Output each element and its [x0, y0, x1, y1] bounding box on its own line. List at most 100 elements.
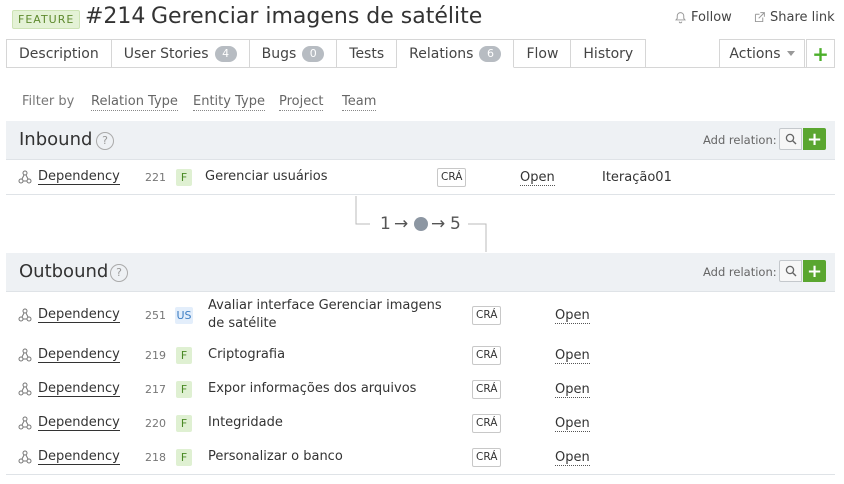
- add-relation-label: Add relation:: [703, 265, 777, 279]
- search-icon: [785, 265, 796, 277]
- search-relation-button[interactable]: [779, 260, 802, 282]
- tab-label: Flow: [526, 45, 559, 62]
- search-icon: [785, 133, 796, 145]
- table-row[interactable]: Dependency 217 F Expor informações dos a…: [0, 372, 844, 406]
- bell-icon: [675, 12, 686, 24]
- tab-flow[interactable]: Flow: [514, 39, 572, 68]
- entity-id: #214: [85, 4, 146, 29]
- filter-team[interactable]: Team: [342, 94, 377, 111]
- section-title: Inbound: [19, 129, 93, 150]
- table-row[interactable]: Dependency 221 F Gerenciar usuários CRÁ …: [0, 160, 844, 194]
- help-icon[interactable]: ?: [96, 132, 114, 150]
- entity-name-link[interactable]: Avaliar interface Gerenciar imagens de s…: [208, 297, 458, 333]
- tab-description[interactable]: Description: [6, 39, 112, 68]
- state-badge: CRÁ: [437, 168, 467, 187]
- tab-user-stories[interactable]: User Stories 4: [111, 39, 250, 68]
- entity-type-badge: F: [176, 415, 192, 432]
- tab-bugs[interactable]: Bugs 0: [249, 39, 338, 68]
- tab-label: Bugs: [261, 45, 297, 62]
- add-relation-button[interactable]: +: [803, 128, 826, 150]
- tab-history[interactable]: History: [571, 39, 647, 68]
- state-link[interactable]: Open: [520, 170, 555, 186]
- entity-name-link[interactable]: Criptografia: [208, 346, 285, 364]
- relation-type-link[interactable]: Dependency: [38, 450, 120, 465]
- follow-button[interactable]: Follow: [674, 10, 732, 25]
- filter-label: Filter by: [22, 94, 75, 109]
- relation-icon: [18, 416, 32, 430]
- outbound-section-header: Outbound ? Add relation: +: [6, 253, 835, 292]
- filter-entity-type[interactable]: Entity Type: [193, 94, 265, 111]
- share-link-label: Share link: [770, 10, 835, 25]
- actions-dropdown[interactable]: Actions: [719, 39, 805, 67]
- relation-type-link[interactable]: Dependency: [38, 416, 120, 431]
- entity-type-badge: F: [176, 347, 192, 364]
- entity-id: 221: [145, 171, 166, 184]
- inbound-count: 1: [380, 214, 391, 234]
- entity-type-badge: FEATURE: [12, 10, 81, 29]
- follow-label: Follow: [691, 10, 732, 25]
- add-relation-label: Add relation:: [703, 133, 777, 147]
- state-link[interactable]: Open: [555, 416, 590, 432]
- state-link[interactable]: Open: [555, 348, 590, 364]
- relation-icon: [18, 170, 32, 184]
- state-badge: CRÁ: [472, 380, 502, 399]
- entity-id: 219: [145, 349, 166, 362]
- plus-icon: +: [806, 128, 823, 150]
- filter-relation-type[interactable]: Relation Type: [91, 94, 178, 111]
- count-badge: 0: [302, 45, 325, 62]
- state-link[interactable]: Open: [555, 382, 590, 398]
- outbound-count: 5: [450, 214, 461, 234]
- plus-icon: +: [806, 260, 823, 282]
- state-badge: CRÁ: [472, 306, 502, 325]
- state-badge: CRÁ: [472, 448, 502, 467]
- chevron-down-icon: [786, 51, 795, 56]
- tab-tests[interactable]: Tests: [337, 39, 398, 68]
- entity-id: 251: [145, 309, 166, 322]
- state-badge: CRÁ: [472, 346, 502, 365]
- row-divider: [6, 474, 835, 475]
- search-relation-button[interactable]: [779, 128, 802, 150]
- tab-relations[interactable]: Relations 6: [397, 39, 515, 68]
- add-relation-button[interactable]: +: [803, 260, 826, 282]
- relation-icon: [18, 450, 32, 464]
- plus-icon: +: [812, 41, 829, 66]
- relation-type-link[interactable]: Dependency: [38, 308, 120, 323]
- table-row[interactable]: Dependency 219 F Criptografia CRÁ Open: [0, 338, 844, 372]
- relation-type-link[interactable]: Dependency: [38, 348, 120, 363]
- entity-id: 217: [145, 383, 166, 396]
- tab-bar: Description User Stories 4 Bugs 0 Tests Re…: [6, 39, 647, 68]
- state-link[interactable]: Open: [555, 450, 590, 466]
- table-row[interactable]: Dependency 218 F Personalizar o banco CR…: [0, 440, 844, 474]
- state-link[interactable]: Open: [555, 308, 590, 324]
- table-row[interactable]: Dependency 220 F Integridade CRÁ Open: [0, 406, 844, 440]
- relation-icon: [18, 308, 32, 322]
- filter-project[interactable]: Project: [279, 94, 324, 111]
- add-button[interactable]: +: [806, 39, 835, 67]
- help-icon[interactable]: ?: [110, 264, 128, 282]
- entity-name-link[interactable]: Integridade: [208, 414, 283, 432]
- table-row[interactable]: Dependency 251 US Avaliar interface Gere…: [0, 292, 844, 338]
- share-link-button[interactable]: Share link: [753, 10, 835, 25]
- entity-type-badge: F: [176, 449, 192, 466]
- entity-id: 220: [145, 417, 166, 430]
- tab-label: Description: [19, 45, 99, 62]
- entity-type-badge: F: [176, 381, 192, 398]
- relation-type-link[interactable]: Dependency: [38, 382, 120, 397]
- tab-label: History: [583, 45, 634, 62]
- actions-label: Actions: [729, 45, 781, 62]
- entity-type-badge: F: [176, 169, 192, 186]
- share-icon: [754, 12, 765, 23]
- tab-label: User Stories: [123, 45, 209, 62]
- arrow-icon: →: [394, 214, 409, 234]
- inbound-section-header: Inbound ? Add relation: +: [6, 121, 835, 160]
- relation-type-link[interactable]: Dependency: [38, 170, 120, 185]
- iteration-link[interactable]: Iteração01: [602, 170, 672, 185]
- tab-label: Tests: [349, 45, 385, 62]
- entity-name-link[interactable]: Personalizar o banco: [208, 448, 343, 466]
- entity-name-link[interactable]: Expor informações dos arquivos: [208, 380, 416, 398]
- tab-label: Relations: [409, 45, 474, 62]
- entity-name-link[interactable]: Gerenciar usuários: [205, 168, 327, 186]
- relation-icon: [18, 348, 32, 362]
- arrow-icon: →: [431, 214, 446, 234]
- page-title[interactable]: Gerenciar imagens de satélite: [151, 4, 482, 29]
